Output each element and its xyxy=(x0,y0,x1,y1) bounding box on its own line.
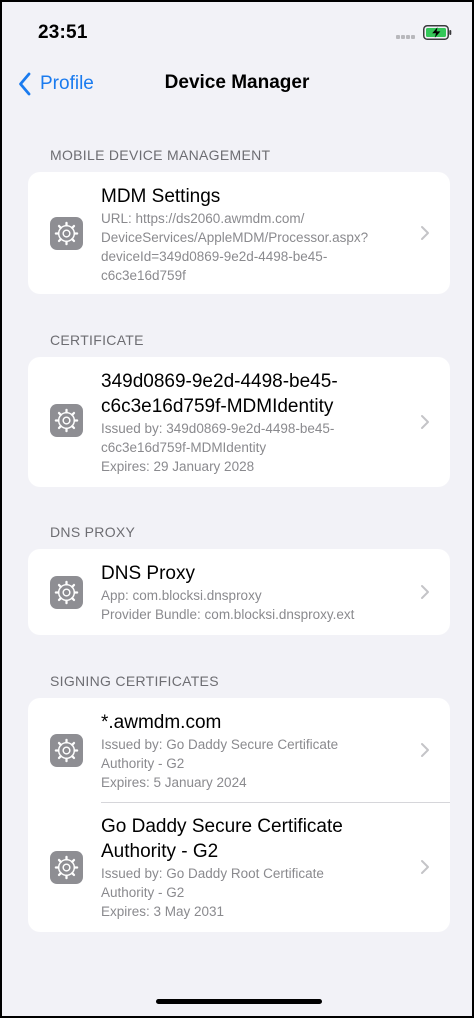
gear-icon xyxy=(50,404,83,437)
row-subtitle: URL: https://ds2060.awmdm.com/ xyxy=(101,211,305,226)
row-subtitle: Issued by: Go Daddy Root Certificate xyxy=(101,866,324,881)
dns-proxy-card: DNS Proxy App: com.blocksi.dnsproxy Prov… xyxy=(28,549,450,635)
page-title: Device Manager xyxy=(164,72,310,93)
row-subtitle: Expires: 5 January 2024 xyxy=(101,775,247,790)
chevron-right-icon xyxy=(421,415,429,429)
section-header-signing-certificates: SIGNING CERTIFICATES xyxy=(50,673,219,689)
section-header-certificate: CERTIFICATE xyxy=(50,332,144,348)
row-subtitle: Expires: 3 May 2031 xyxy=(101,904,225,919)
row-subtitle: Provider Bundle: com.blocksi.dnsproxy.ex… xyxy=(101,607,355,622)
gear-icon xyxy=(50,734,83,767)
gear-icon xyxy=(50,217,83,250)
signing-certificates-card: *.awmdm.com Issued by: Go Daddy Secure C… xyxy=(28,698,450,932)
mdm-settings-row[interactable]: MDM Settings URL: https://ds2060.awmdm.c… xyxy=(28,172,450,294)
status-bar: 23:51 xyxy=(2,2,472,58)
row-subtitle: Authority - G2 xyxy=(101,756,185,771)
row-title: c6c3e16d759f-MDMIdentity xyxy=(101,396,334,417)
device-screen: 23:51 Profile Device Manager MOBILE DEVI… xyxy=(0,0,474,1018)
row-title: Go Daddy Secure Certificate xyxy=(101,816,343,837)
mdm-identity-certificate-row[interactable]: 349d0869-9e2d-4498-be45- c6c3e16d759f-MD… xyxy=(28,357,450,487)
gear-icon xyxy=(50,851,83,884)
navigation-bar: Profile Device Manager xyxy=(2,62,472,106)
row-subtitle: Issued by: 349d0869-9e2d-4498-be45- xyxy=(101,421,335,436)
row-title: DNS Proxy xyxy=(101,563,195,584)
chevron-right-icon xyxy=(421,226,429,240)
row-subtitle: DeviceServices/AppleMDM/Processor.aspx? xyxy=(101,230,369,245)
row-title: 349d0869-9e2d-4498-be45- xyxy=(101,371,338,392)
row-title: MDM Settings xyxy=(101,186,221,207)
row-subtitle: App: com.blocksi.dnsproxy xyxy=(101,588,262,603)
section-header-mdm: MOBILE DEVICE MANAGEMENT xyxy=(50,147,271,163)
gear-icon xyxy=(50,576,83,609)
status-time: 23:51 xyxy=(38,22,88,43)
signal-dots-icon xyxy=(396,35,418,39)
chevron-right-icon xyxy=(421,860,429,874)
home-indicator[interactable] xyxy=(156,999,322,1004)
row-title: *.awmdm.com xyxy=(101,712,222,733)
awmdm-certificate-row[interactable]: *.awmdm.com Issued by: Go Daddy Secure C… xyxy=(28,698,450,802)
chevron-right-icon xyxy=(421,743,429,757)
certificate-card: 349d0869-9e2d-4498-be45- c6c3e16d759f-MD… xyxy=(28,357,450,487)
row-subtitle: Expires: 29 January 2028 xyxy=(101,459,255,474)
row-subtitle: c6c3e16d759f-MDMIdentity xyxy=(101,440,267,455)
go-daddy-certificate-row[interactable]: Go Daddy Secure Certificate Authority - … xyxy=(28,803,450,932)
row-subtitle: c6c3e16d759f xyxy=(101,268,186,283)
row-subtitle: deviceId=349d0869-9e2d-4498-be45- xyxy=(101,249,328,264)
row-title: Authority - G2 xyxy=(101,841,219,862)
row-subtitle: Authority - G2 xyxy=(101,885,185,900)
chevron-right-icon xyxy=(421,585,429,599)
section-header-dns-proxy: DNS PROXY xyxy=(50,524,136,540)
mdm-card: MDM Settings URL: https://ds2060.awmdm.c… xyxy=(28,172,450,294)
battery-charging-icon xyxy=(423,25,452,40)
row-subtitle: Issued by: Go Daddy Secure Certificate xyxy=(101,737,339,752)
dns-proxy-row[interactable]: DNS Proxy App: com.blocksi.dnsproxy Prov… xyxy=(28,549,450,635)
